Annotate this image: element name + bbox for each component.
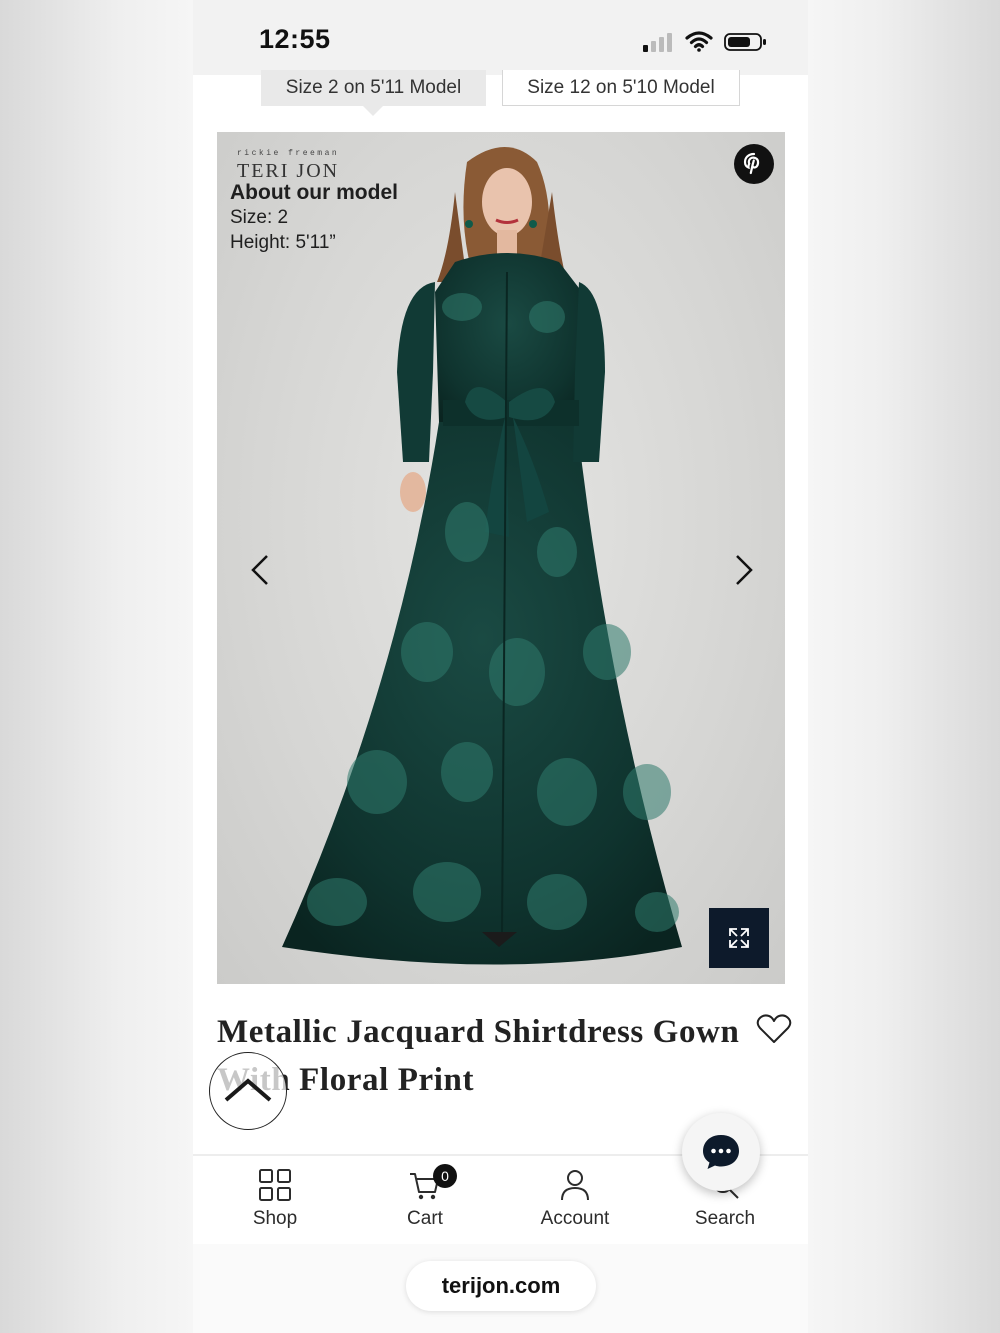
product-title: Metallic Jacquard Shirtdress Gown With F… (217, 1008, 777, 1104)
model-height: Height: 5'11” (230, 232, 336, 253)
model-info: About our model Size: 2 Height: 5'11” (230, 180, 398, 255)
tab-cart-label: Cart (407, 1208, 443, 1229)
chevron-left-icon[interactable] (245, 550, 275, 590)
size-tab-size-12[interactable]: Size 12 on 5'10 Model (502, 70, 740, 106)
expand-image-button[interactable] (709, 908, 769, 968)
chat-button[interactable] (682, 1113, 760, 1191)
expand-icon (729, 928, 749, 948)
chevron-right-icon[interactable] (729, 550, 759, 590)
tab-account-label: Account (540, 1208, 610, 1229)
size-tabs: Size 2 on 5'11 Model Size 12 on 5'10 Mod… (193, 70, 808, 120)
status-time: 12:55 (259, 24, 331, 54)
scroll-to-top-button[interactable] (209, 1052, 287, 1130)
pinterest-icon (743, 152, 760, 175)
cart-count-badge: 0 (433, 1164, 457, 1188)
chevron-up-icon (224, 1078, 272, 1102)
size-tab-size-2[interactable]: Size 2 on 5'11 Model (261, 70, 486, 116)
tab-cart[interactable]: 0 Cart (365, 1164, 485, 1230)
grid-icon (259, 1169, 291, 1201)
chat-bubble-icon (703, 1135, 739, 1169)
tab-shop[interactable]: Shop (215, 1168, 335, 1230)
product-image (282, 147, 682, 965)
model-size: Size: 2 (230, 207, 289, 228)
product-title-line-1: Metallic Jacquard Shirtdress Gown (217, 1014, 740, 1050)
address-bar[interactable]: terijon.com (406, 1261, 596, 1311)
cellular-signal-icon (643, 33, 672, 52)
status-bar: 12:55 (193, 0, 808, 75)
battery-icon (724, 33, 766, 51)
pinterest-button[interactable] (734, 144, 774, 184)
phone-screen: 12:55 Size 2 on 5'11 Model Size 12 on 5'… (193, 0, 808, 1333)
user-icon (561, 1170, 589, 1201)
product-image-gallery[interactable]: rickie freeman TERI JON About our model … (217, 132, 785, 984)
tab-shop-label: Shop (252, 1208, 298, 1229)
tab-account[interactable]: Account (515, 1168, 635, 1230)
brand-tagline: rickie freeman (237, 149, 340, 158)
tab-search-label: Search (694, 1208, 756, 1229)
model-info-title: About our model (230, 181, 398, 204)
heart-icon[interactable] (756, 1013, 792, 1045)
wifi-icon (685, 31, 713, 52)
product-title-area: Metallic Jacquard Shirtdress Gown With F… (217, 1008, 777, 1104)
